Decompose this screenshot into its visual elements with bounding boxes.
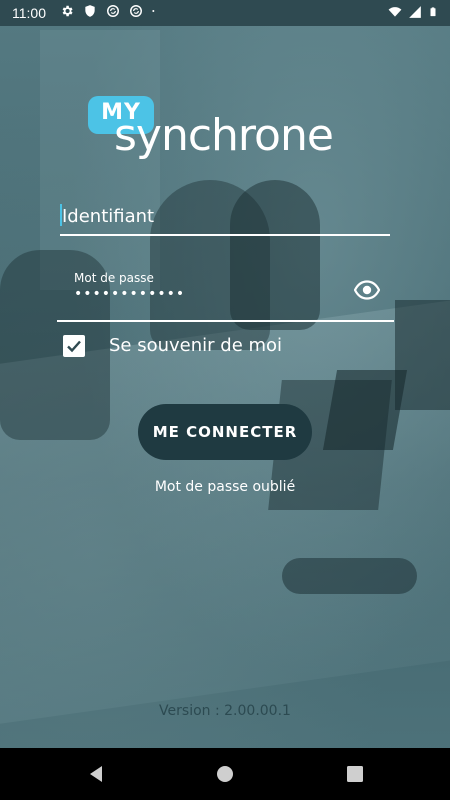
back-icon[interactable] (86, 764, 106, 784)
signal-icon (409, 6, 421, 18)
remember-me-checkbox[interactable] (63, 335, 85, 357)
password-label: Mot de passe (74, 271, 154, 285)
home-icon[interactable] (215, 764, 235, 784)
background-device (282, 558, 417, 594)
status-icons-right (388, 5, 438, 19)
sync-icon (130, 5, 142, 17)
navigation-bar (0, 748, 450, 800)
remember-me-label: Se souvenir de moi (109, 335, 283, 356)
eye-icon[interactable] (354, 280, 380, 300)
recent-apps-icon[interactable] (345, 764, 365, 784)
password-field[interactable]: Mot de passe •••••••••••• (57, 268, 394, 322)
status-bar: 11:00 (0, 0, 450, 26)
wifi-icon (388, 7, 402, 17)
logo-wordmark: synchrone (114, 110, 334, 161)
dot-icon (152, 10, 155, 12)
login-screen: 11:00 MY synchrone Mot de passe ••••••••… (0, 0, 450, 800)
background-laptop (395, 300, 450, 410)
login-button[interactable]: ME CONNECTER (138, 404, 312, 460)
sync-icon (107, 5, 119, 17)
identifier-field[interactable] (60, 198, 390, 236)
gear-icon (62, 5, 73, 17)
check-icon (67, 340, 81, 353)
forgot-password-link[interactable]: Mot de passe oublié (0, 479, 450, 495)
battery-icon (430, 7, 436, 17)
status-icons-left (60, 4, 160, 18)
status-time: 11:00 (12, 5, 46, 21)
password-input[interactable]: •••••••••••• (74, 286, 185, 302)
identifier-input[interactable] (62, 202, 382, 230)
app-version: Version : 2.00.00.1 (159, 703, 291, 719)
app-logo: MY synchrone (88, 96, 368, 166)
shield-icon (85, 5, 95, 17)
